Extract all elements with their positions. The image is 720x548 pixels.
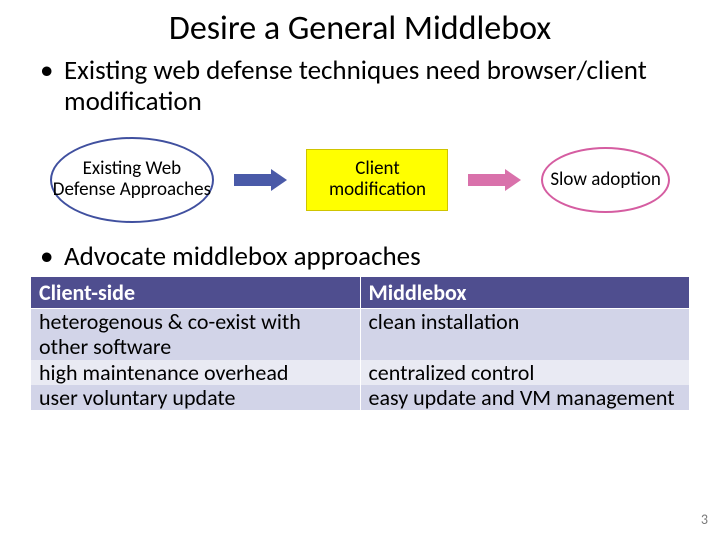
node-client-modification: Client modification	[306, 149, 448, 211]
cell: high maintenance overhead	[31, 360, 361, 385]
slide-title: Desire a General Middlebox	[0, 8, 720, 49]
arrow-icon	[234, 169, 287, 191]
cell: user voluntary update	[31, 385, 361, 410]
cell: centralized control	[360, 360, 690, 385]
node-existing-approaches: Existing Web Defense Approaches	[50, 137, 214, 223]
cell: easy update and VM management	[360, 385, 690, 410]
table-row: high maintenance overhead centralized co…	[31, 360, 690, 385]
cell: heterogenous & co-exist with other softw…	[31, 309, 361, 360]
cell: clean installation	[360, 309, 690, 360]
flow-diagram: Existing Web Defense Approaches Client m…	[40, 137, 680, 223]
node-slow-adoption: Slow adoption	[541, 147, 670, 213]
comparison-table: Client-side Middlebox heterogenous & co-…	[30, 276, 690, 410]
arrow-icon	[468, 169, 521, 191]
bullet-2: Advocate middlebox approaches	[40, 241, 690, 272]
table-row: user voluntary update easy update and VM…	[31, 385, 690, 410]
table-header-middlebox: Middlebox	[360, 277, 690, 309]
bullet-1: Existing web defense techniques need bro…	[40, 55, 690, 117]
table-header-client: Client-side	[31, 277, 361, 309]
page-number: 3	[701, 511, 708, 528]
table-row: heterogenous & co-exist with other softw…	[31, 309, 690, 360]
